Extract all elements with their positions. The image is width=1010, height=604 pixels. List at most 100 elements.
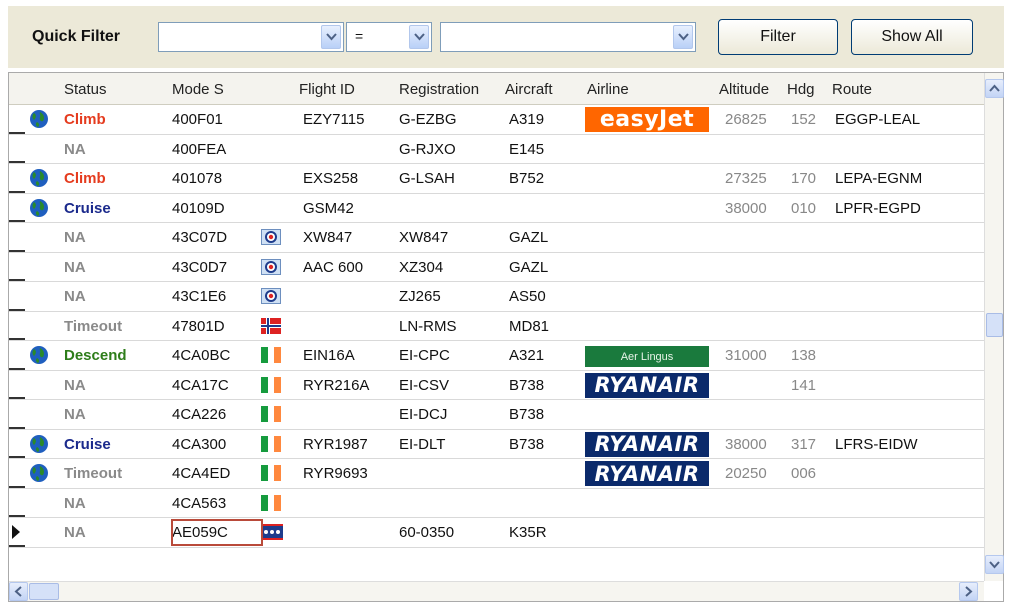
status-cell: NA (64, 288, 86, 305)
globe-icon (29, 434, 49, 454)
row-header[interactable] (9, 253, 25, 281)
row-header[interactable] (9, 223, 25, 252)
row-header[interactable] (9, 400, 25, 429)
table-row[interactable]: Cruise 4CA300 RYR1987 EI-DLT B738 RYANAIR 3800… (9, 430, 984, 459)
app-window: Quick Filter = Filter Show All Status Mo… (0, 0, 1010, 604)
table-row[interactable]: NA AE059C 60-0350 K35R (9, 518, 984, 548)
status-cell: Climb (64, 111, 106, 128)
altitude-cell: 38000 (725, 199, 767, 217)
grid-rows: Climb 400F01 EZY7115 G-EZBG A319 easyJet 26825… (9, 105, 984, 578)
current-row-arrow-icon (12, 525, 20, 539)
table-row[interactable]: Climb 400F01 EZY7115 G-EZBG A319 easyJet 26825… (9, 105, 984, 135)
table-row[interactable]: Timeout 47801D LN-RMS MD81 (9, 312, 984, 341)
table-row[interactable]: NA 43C07D XW847 XW847 GAZL (9, 223, 984, 253)
aircraft-cell: E145 (509, 140, 545, 158)
filter-operator-select[interactable]: = (346, 22, 432, 52)
selected-cell-outline[interactable] (171, 519, 263, 546)
globe-icon (29, 463, 49, 483)
column-header-aircraft[interactable]: Aircraft (505, 81, 553, 98)
aircraft-cell: K35R (509, 524, 547, 541)
aircraft-cell: GAZL (509, 229, 549, 246)
row-header[interactable] (9, 430, 25, 458)
table-row[interactable]: Timeout 4CA4ED RYR9693 RYANAIR 20250 006 (9, 459, 984, 489)
row-header[interactable] (9, 341, 25, 370)
registration-cell: LN-RMS (399, 317, 457, 335)
row-header[interactable] (9, 164, 25, 193)
globe-icon (29, 198, 49, 218)
norway-flag-icon (261, 317, 281, 334)
registration-cell: EI-DCJ (399, 406, 448, 423)
registration-cell: G-EZBG (399, 111, 457, 128)
chevron-down-icon[interactable] (673, 25, 693, 49)
row-header[interactable] (9, 371, 25, 399)
scroll-right-button[interactable] (959, 582, 978, 601)
mode-s-cell: 43C0D7 (172, 258, 228, 276)
row-header[interactable] (9, 135, 25, 163)
heading-cell: 006 (791, 465, 817, 482)
row-header[interactable] (9, 194, 25, 222)
table-row[interactable]: Cruise 40109D GSM42 38000 010 LPFR-EGPD (9, 194, 984, 223)
flight-id-cell: EIN16A (303, 347, 355, 364)
scroll-down-button[interactable] (985, 555, 1004, 574)
flight-id-cell: RYR9693 (303, 465, 368, 482)
row-header[interactable] (9, 459, 25, 488)
mode-s-cell: 401078 (172, 170, 223, 187)
column-header-flight-id[interactable]: Flight ID (299, 81, 355, 98)
column-header-route[interactable]: Route (832, 81, 872, 98)
aircraft-cell: B738 (509, 406, 545, 423)
filter-button[interactable]: Filter (718, 19, 838, 55)
scroll-left-button[interactable] (9, 582, 28, 601)
row-header[interactable] (9, 282, 25, 311)
table-row[interactable]: NA 43C1E6 ZJ265 AS50 (9, 282, 984, 312)
vertical-scrollbar[interactable] (984, 73, 1004, 581)
mode-s-cell: 400FEA (172, 140, 227, 158)
column-header-altitude[interactable]: Altitude (719, 81, 769, 98)
table-row[interactable]: NA 400FEA G-RJXO E145 (9, 135, 984, 164)
horizontal-scroll-thumb[interactable] (29, 583, 59, 600)
uk-roundel-flag-icon (261, 229, 281, 245)
column-header-airline[interactable]: Airline (587, 81, 629, 98)
registration-cell: EI-CPC (399, 347, 450, 364)
ryanair-logo: RYANAIR (585, 372, 709, 398)
column-header-registration[interactable]: Registration (399, 81, 479, 98)
ireland-flag-icon (261, 376, 281, 393)
column-header-mode-s[interactable]: Mode S (172, 81, 224, 98)
vertical-scroll-thumb[interactable] (986, 313, 1003, 337)
column-header-status[interactable]: Status (64, 81, 107, 98)
horizontal-scrollbar[interactable] (9, 581, 984, 601)
table-row[interactable]: NA 4CA17C RYR216A EI-CSV B738 RYANAIR 141 (9, 371, 984, 400)
row-header[interactable] (9, 105, 25, 134)
filter-field-select[interactable] (158, 22, 344, 52)
table-row[interactable]: Descend 4CA0BC EIN16A EI-CPC A321 Aer Lingus 3… (9, 341, 984, 371)
column-header-hdg[interactable]: Hdg (787, 81, 815, 98)
table-row[interactable]: Climb 401078 EXS258 G-LSAH B752 27325 170 LEPA-… (9, 164, 984, 194)
mode-s-cell: 43C1E6 (172, 288, 227, 305)
registration-cell: ZJ265 (399, 288, 441, 305)
grid-header: Status Mode S Flight ID Registration Air… (9, 73, 984, 105)
chevron-down-icon[interactable] (409, 25, 429, 49)
row-header[interactable] (9, 312, 25, 340)
mode-s-cell: 4CA17C (172, 376, 229, 394)
flight-id-cell: GSM42 (303, 199, 354, 217)
aircraft-cell: A319 (509, 111, 545, 128)
altitude-cell: 38000 (725, 435, 767, 453)
scroll-up-button[interactable] (985, 79, 1004, 98)
flight-id-cell: EZY7115 (303, 111, 365, 128)
status-cell: Descend (64, 347, 127, 364)
status-cell: NA (64, 494, 86, 512)
mode-s-cell: 43C07D (172, 229, 228, 246)
status-cell: NA (64, 140, 86, 158)
chevron-down-icon[interactable] (321, 25, 341, 49)
quick-filter-label: Quick Filter (32, 28, 121, 45)
table-row[interactable]: NA 4CA563 (9, 489, 984, 518)
row-header[interactable] (9, 489, 25, 517)
table-row[interactable]: NA 4CA226 EI-DCJ B738 (9, 400, 984, 430)
table-row[interactable]: NA 43C0D7 AAC 600 XZ304 GAZL (9, 253, 984, 282)
row-header[interactable] (9, 518, 25, 547)
filter-value-select[interactable] (440, 22, 696, 52)
heading-cell: 138 (791, 347, 817, 364)
heading-cell: 141 (791, 376, 817, 394)
show-all-button[interactable]: Show All (851, 19, 973, 55)
registration-cell: EI-CSV (399, 376, 450, 394)
easyjet-logo: easyJet (585, 107, 709, 132)
